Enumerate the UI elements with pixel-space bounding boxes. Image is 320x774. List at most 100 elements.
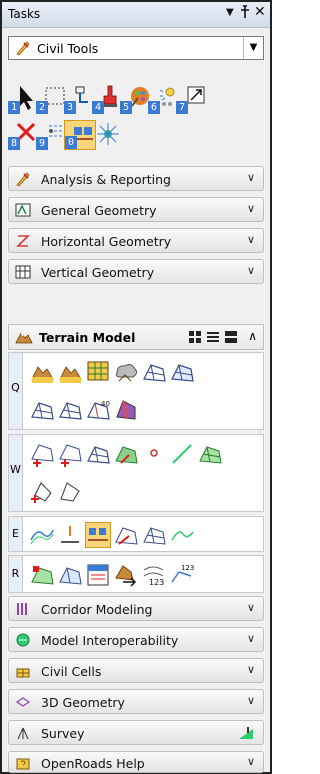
elevation-point-icon [61, 526, 79, 543]
terrain-tool[interactable] [169, 441, 195, 467]
panel-titlebar: Tasks ▼ ✕ [2, 2, 270, 28]
section-label: Horizontal Geometry [41, 234, 172, 249]
panel-close-button[interactable]: ✕ [254, 4, 266, 20]
terrain-tool[interactable] [29, 397, 55, 423]
section-label: Model Interoperability [41, 633, 179, 648]
terrain-tool[interactable] [169, 359, 195, 385]
panel-menu-button[interactable]: ▼ [226, 7, 234, 18]
section-survey[interactable]: Survey [8, 720, 264, 745]
tool-resize[interactable]: 7 [176, 84, 208, 114]
survey-status-icon [239, 727, 253, 739]
terrain-tool[interactable] [29, 479, 55, 505]
terrain-tool[interactable] [113, 522, 139, 548]
section-label: 3D Geometry [41, 695, 125, 710]
terrain-tool[interactable] [141, 522, 167, 548]
tasks-panel: Tasks ▼ ✕ Civil Tools ▼ 1 2 3 4 5 6 7 8 … [0, 0, 272, 774]
chevron-down-icon: ∨ [246, 601, 255, 614]
terrain-tool-selected[interactable] [85, 522, 111, 548]
chevron-down-icon: ▼ [243, 37, 263, 59]
terrain-analysis-icon [31, 566, 54, 585]
label-spot-icon: 123 [171, 564, 194, 583]
chevron-down-icon: ∨ [246, 171, 255, 184]
section-3d-geometry[interactable]: 3D Geometry ∨ [8, 689, 264, 714]
terrain-tool[interactable]: 40 [85, 397, 111, 423]
tool-number: 6 [148, 101, 160, 114]
terrain-mesh-icon [143, 364, 166, 382]
terrain-add-icon [31, 444, 54, 467]
section-civil-cells[interactable]: Civil Cells ∨ [8, 658, 264, 683]
terrain-folder-icon [59, 366, 82, 383]
group-letter: Q [9, 353, 23, 429]
terrain-tool[interactable] [113, 359, 139, 385]
chevron-down-icon: ∨ [246, 663, 255, 676]
terrain-color-icon [116, 400, 136, 420]
report-icon [87, 564, 109, 586]
terrain-tool[interactable] [113, 562, 139, 588]
terrain-export-icon [115, 565, 137, 587]
breakline-icon [172, 444, 192, 464]
terrain-tool[interactable] [57, 441, 83, 467]
terrain-tool[interactable] [85, 562, 111, 588]
chevron-down-icon: ∨ [246, 233, 255, 246]
terrain-tool[interactable] [57, 359, 83, 385]
terrain-mesh-icon [87, 446, 110, 464]
view-mode-buttons[interactable] [189, 331, 239, 346]
geometry-icon [15, 203, 31, 217]
terrain-tool[interactable] [113, 397, 139, 423]
terrain-mesh-icon [171, 364, 194, 382]
3d-geometry-icon [15, 697, 31, 707]
terrain-tool[interactable] [57, 479, 83, 505]
chevron-down-icon: ∨ [246, 264, 255, 277]
terrain-tool[interactable] [29, 441, 55, 467]
section-vertical-geometry[interactable]: Vertical Geometry ∨ [8, 259, 264, 284]
terrain-mesh-icon [59, 402, 82, 420]
terrain-tool[interactable]: 123 [169, 562, 195, 588]
terrain-tool[interactable] [85, 359, 111, 385]
tool-number: 1 [8, 101, 20, 114]
section-label: Terrain Model [39, 330, 136, 345]
terrain-tool[interactable] [141, 441, 167, 467]
section-horizontal-geometry[interactable]: Horizontal Geometry ∨ [8, 228, 264, 253]
tool-number: 4 [92, 101, 104, 114]
terrain-tool[interactable] [57, 562, 83, 588]
tool-group-e: E [8, 516, 264, 552]
tool-number: 7 [176, 101, 188, 114]
group-letter: E [9, 517, 23, 551]
terrain-add-icon [59, 444, 82, 467]
terrain-tool[interactable] [197, 441, 223, 467]
terrain-tool[interactable] [141, 359, 167, 385]
section-label: General Geometry [41, 203, 157, 218]
section-analysis-reporting[interactable]: Analysis & Reporting ∨ [8, 166, 264, 191]
boundary-add-icon [31, 482, 52, 503]
chevron-up-icon[interactable]: ∧ [248, 329, 257, 343]
panel-pin-button[interactable] [240, 5, 250, 22]
label-contour-icon: 123 [143, 566, 164, 587]
terrain-tool[interactable] [29, 562, 55, 588]
terrain-tool[interactable] [57, 397, 83, 423]
section-corridor-modeling[interactable]: Corridor Modeling ∨ [8, 596, 264, 621]
tool-star-burst[interactable] [92, 120, 124, 150]
tool-number: 2 [36, 101, 48, 114]
section-model-interoperability[interactable]: Model Interoperability ∨ [8, 627, 264, 652]
tool-group-q: Q 40 [8, 352, 264, 430]
terrain-tool[interactable] [57, 522, 83, 548]
workflow-dropdown[interactable]: Civil Tools ▼ [8, 36, 264, 60]
section-terrain-model[interactable]: Terrain Model ∧ [8, 324, 264, 350]
svg-text:123: 123 [181, 564, 194, 572]
chevron-down-icon: ∨ [246, 202, 255, 215]
interop-icon [16, 633, 30, 647]
section-label: Vertical Geometry [41, 265, 155, 280]
terrain-tool[interactable] [113, 441, 139, 467]
terrain-tool[interactable]: 123 [141, 562, 167, 588]
pen-icon [16, 41, 30, 56]
terrain-folder-icon [31, 366, 54, 383]
terrain-tool[interactable] [85, 441, 111, 467]
svg-text:123: 123 [149, 578, 164, 587]
terrain-tool[interactable] [29, 359, 55, 385]
section-general-geometry[interactable]: General Geometry ∨ [8, 197, 264, 222]
terrain-tool[interactable] [169, 522, 195, 548]
section-openroads-help[interactable]: OpenRoads Help ∨ [8, 751, 264, 773]
terrain-mesh-icon: 40 [87, 400, 110, 420]
terrain-tool[interactable] [29, 522, 55, 548]
terrain-mesh-icon [31, 402, 54, 420]
